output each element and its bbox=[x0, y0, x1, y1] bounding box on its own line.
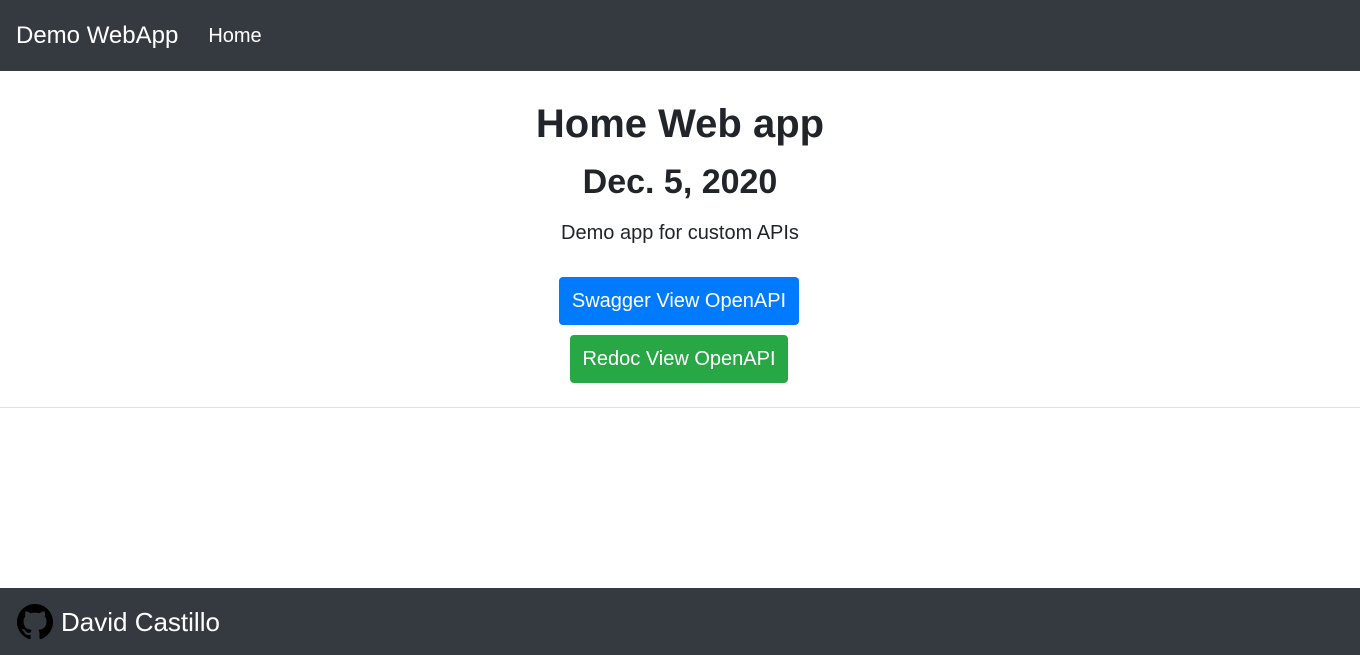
github-icon[interactable] bbox=[17, 603, 53, 640]
page-title: Home Web app bbox=[535, 102, 825, 146]
footer-author-link[interactable]: David Castillo bbox=[61, 609, 220, 635]
redoc-button[interactable]: Redoc View OpenAPI bbox=[570, 335, 788, 383]
hero-section: Home Web app Dec. 5, 2020 Demo app for c… bbox=[0, 71, 1360, 408]
top-navbar: Demo WebApp Home bbox=[0, 0, 1360, 71]
page-date: Dec. 5, 2020 bbox=[582, 163, 778, 201]
page-description: Demo app for custom APIs bbox=[561, 222, 799, 244]
nav-link-home[interactable]: Home bbox=[208, 26, 261, 46]
navbar-brand[interactable]: Demo WebApp bbox=[16, 23, 178, 48]
footer: David Castillo bbox=[0, 588, 1360, 655]
swagger-button[interactable]: Swagger View OpenAPI bbox=[559, 277, 799, 325]
